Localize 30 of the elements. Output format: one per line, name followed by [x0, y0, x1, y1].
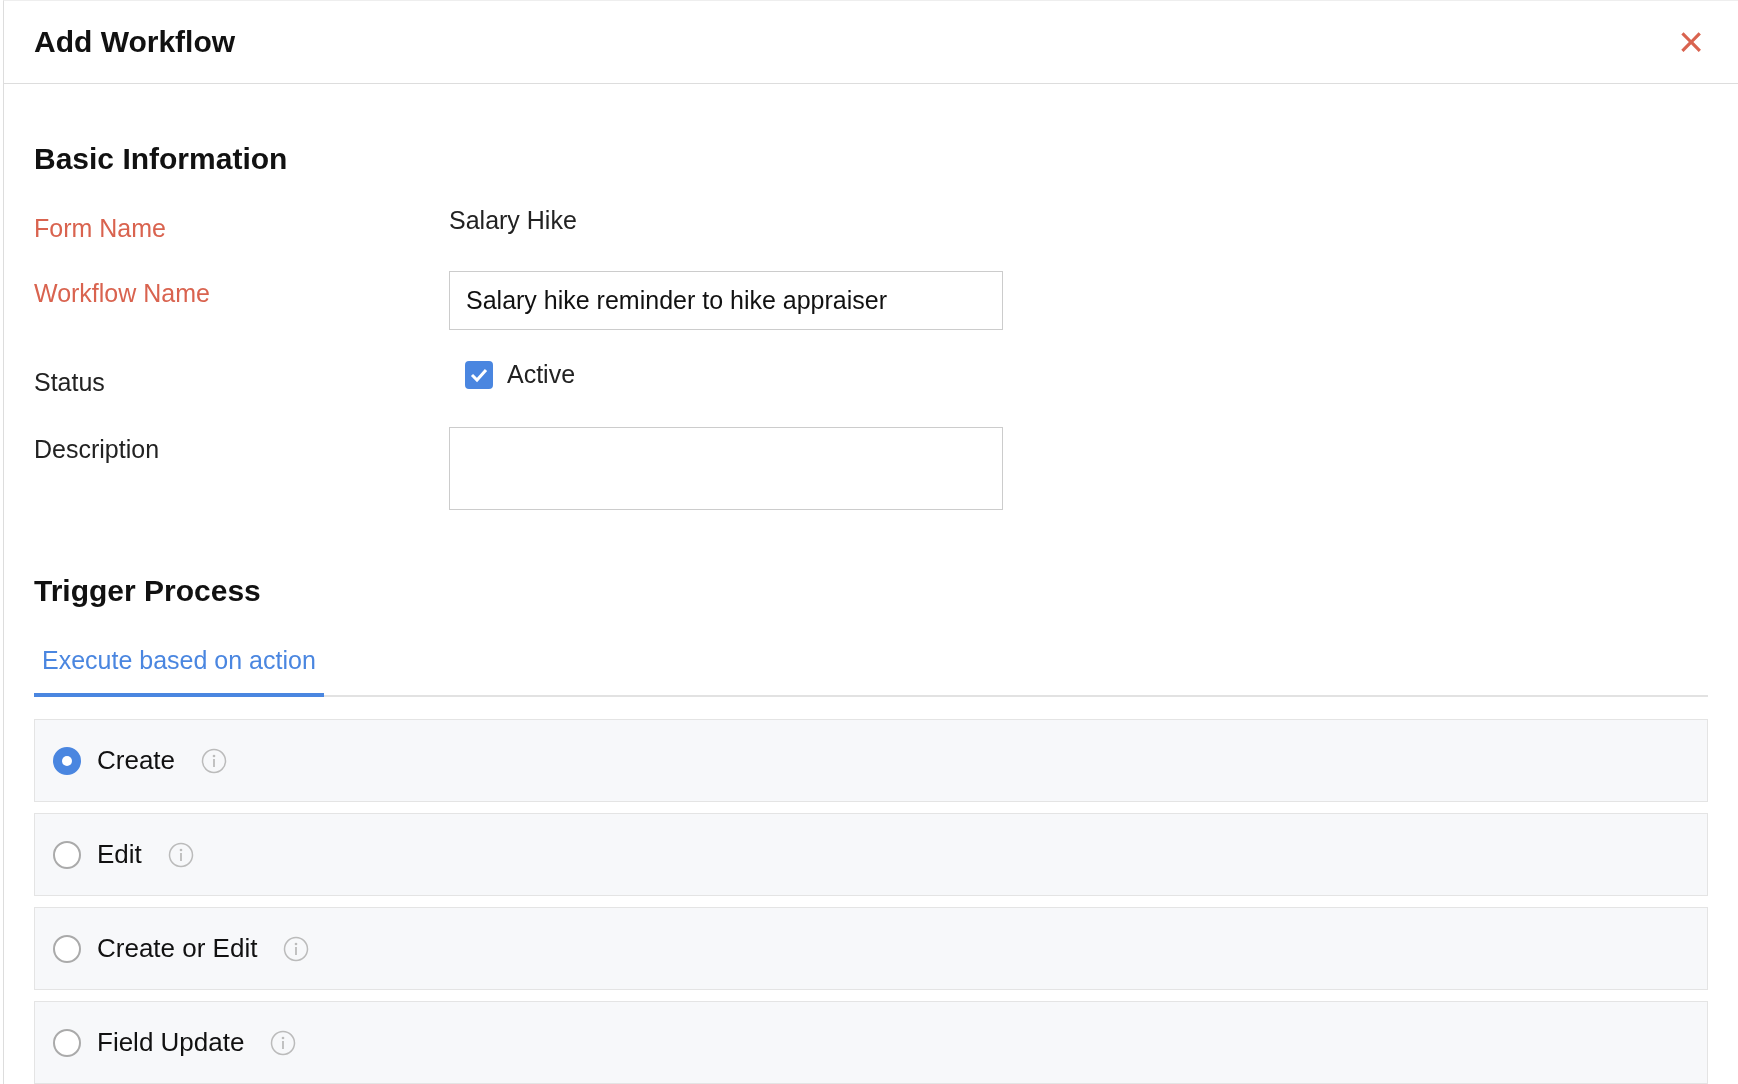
- info-icon[interactable]: [201, 747, 228, 774]
- trigger-option[interactable]: Edit: [34, 813, 1708, 896]
- option-label: Field Update: [97, 1027, 245, 1058]
- trigger-option[interactable]: Create or Edit: [34, 907, 1708, 990]
- trigger-option[interactable]: Field Update: [34, 1001, 1708, 1084]
- dialog-title: Add Workflow: [34, 25, 236, 59]
- info-icon[interactable]: [270, 1029, 297, 1056]
- description-field[interactable]: [449, 427, 1003, 510]
- radio-button[interactable]: [53, 1028, 81, 1057]
- field-label: Status: [34, 367, 106, 397]
- checkbox-label: Active: [507, 360, 576, 389]
- section-heading: Trigger Process: [34, 574, 262, 608]
- section-heading: Basic Information: [34, 142, 289, 176]
- option-label: Create or Edit: [97, 933, 258, 964]
- info-icon[interactable]: [167, 841, 194, 868]
- info-icon[interactable]: [283, 935, 310, 962]
- field-label: Description: [34, 434, 161, 464]
- option-label: Edit: [97, 839, 142, 870]
- radio-button[interactable]: [53, 746, 81, 775]
- option-label: Create: [97, 745, 176, 776]
- radio-button[interactable]: [53, 934, 81, 963]
- workflow-name-field[interactable]: Salary hike reminder to hike appraiser: [449, 271, 1003, 330]
- field-label: Workflow Name: [34, 278, 211, 308]
- field-label: Form Name: [34, 213, 167, 243]
- trigger-option[interactable]: Create: [34, 719, 1708, 802]
- radio-button[interactable]: [53, 840, 81, 869]
- active-checkbox[interactable]: [465, 360, 493, 389]
- form-name-value: Salary Hike: [449, 206, 577, 234]
- tab[interactable]: Execute based on action: [34, 638, 324, 697]
- close-button[interactable]: ×: [1674, 20, 1708, 64]
